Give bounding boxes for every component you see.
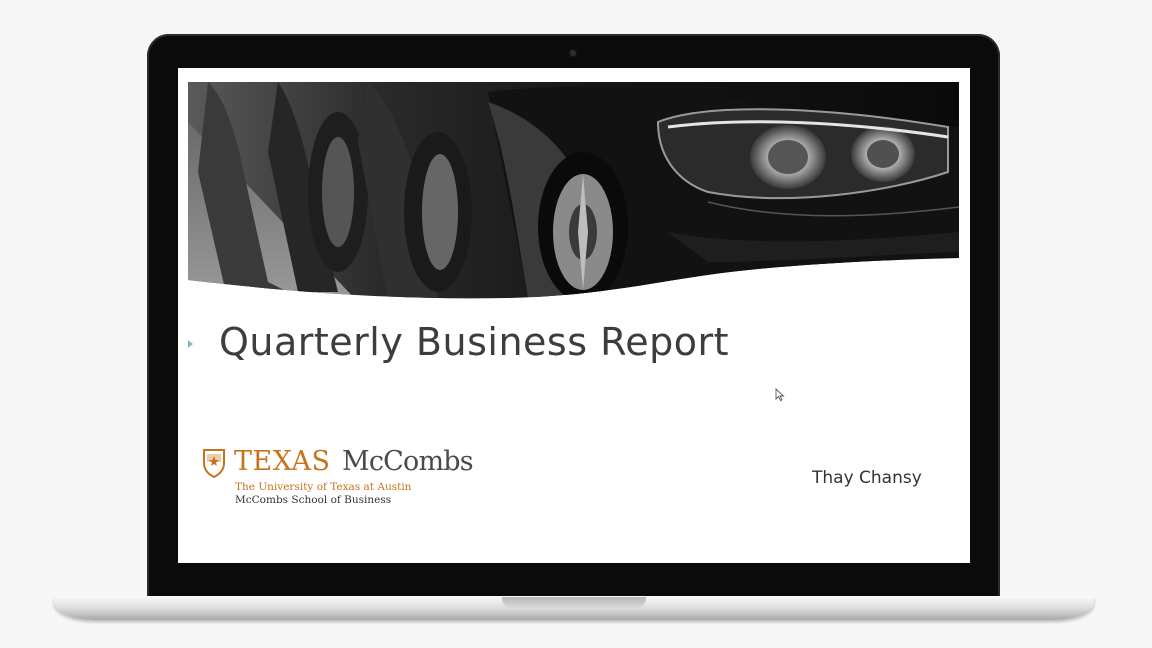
logo-school-text: McCombs School of Business (235, 494, 392, 506)
mouse-pointer-icon (775, 388, 785, 402)
triangle-right-icon (188, 340, 193, 348)
logo-mccombs-text: McCombs (342, 446, 474, 477)
presenter-name[interactable]: Thay Chansy (812, 468, 922, 488)
laptop-hinge-notch (502, 597, 646, 608)
logo-texas-text: TEXAS (234, 446, 331, 477)
texas-mccombs-logo: TEXAS McCombs The University of Texas at… (202, 446, 502, 510)
ut-shield-icon (203, 449, 225, 478)
hero-car-image (188, 82, 959, 299)
presentation-slide[interactable]: Quarterly Business Report TEXAS McCombs … (178, 68, 970, 563)
logo-university-text: The University of Texas at Austin (235, 481, 412, 493)
title-row: Quarterly Business Report (186, 316, 886, 376)
slide-title[interactable]: Quarterly Business Report (219, 320, 729, 364)
webcam-icon (570, 50, 576, 56)
